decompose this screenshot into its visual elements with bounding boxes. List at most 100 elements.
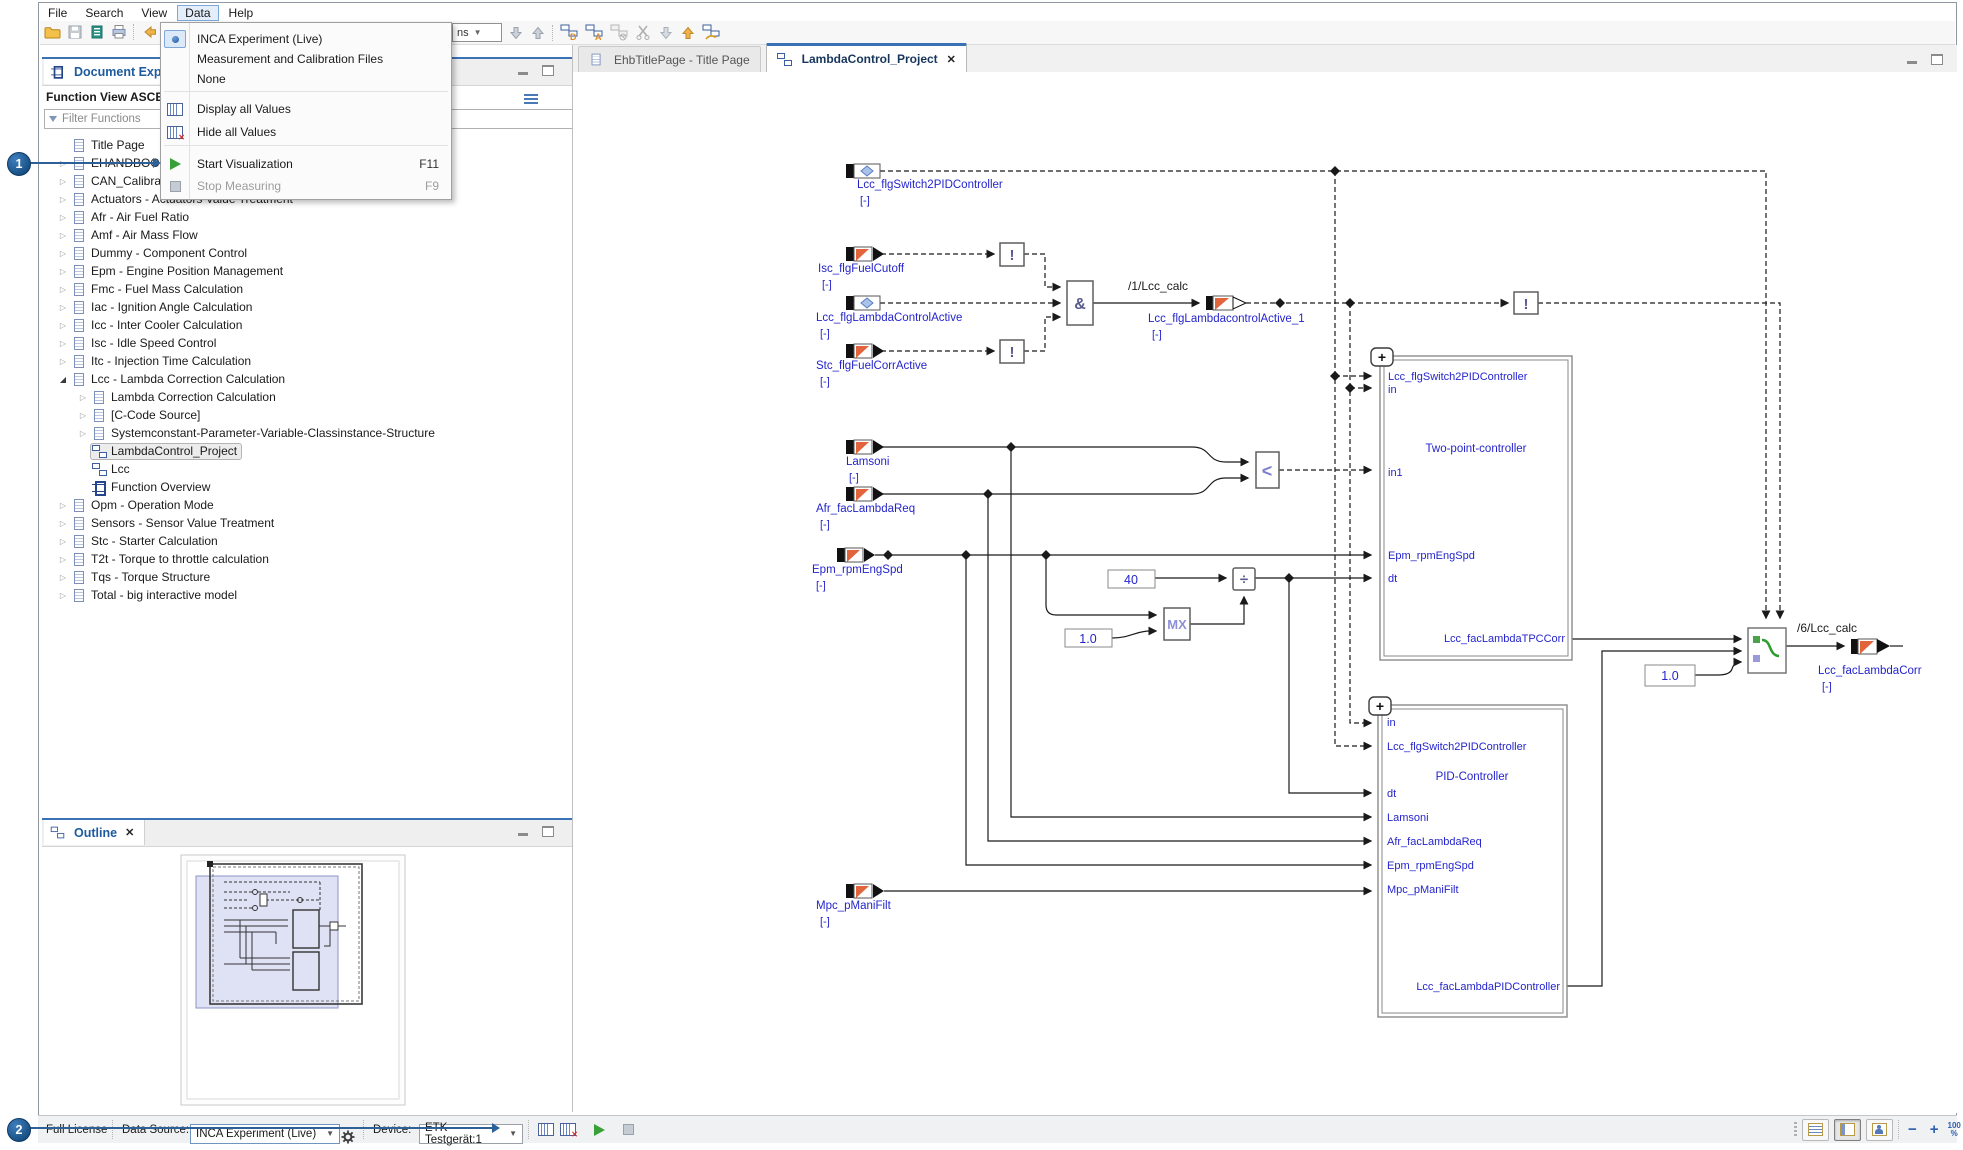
tree-item[interactable]: ▷ Epm - Engine Position Management bbox=[44, 262, 570, 280]
save-icon[interactable] bbox=[67, 24, 83, 40]
constant-1.0-a[interactable]: 1.0 bbox=[1064, 628, 1113, 648]
tree-item[interactable]: ▷ Stc - Starter Calculation bbox=[44, 532, 570, 550]
menu-view[interactable]: View bbox=[133, 5, 175, 21]
move-down-icon[interactable] bbox=[658, 25, 674, 41]
view-presentation-button[interactable] bbox=[1866, 1118, 1893, 1141]
menu-item-measurement-calibration-files[interactable]: Measurement and Calibration Files bbox=[161, 49, 451, 69]
tree-item[interactable]: ▷ Fmc - Fuel Mass Calculation bbox=[44, 280, 570, 298]
tree-item[interactable]: ▷ Tqs - Torque Structure bbox=[44, 568, 570, 586]
expand-block-icon[interactable]: + bbox=[1376, 698, 1384, 714]
tree-item[interactable]: ▷ Dummy - Component Control bbox=[44, 244, 570, 262]
switch-block[interactable] bbox=[1747, 627, 1787, 674]
open-folder-icon[interactable] bbox=[44, 24, 61, 40]
functions-combobox[interactable]: ns ▼ bbox=[452, 23, 502, 42]
stop-measuring-icon[interactable] bbox=[623, 1124, 634, 1135]
port-lcc-faclambdacorr[interactable]: /6/Lcc_calc Lcc_facLambdaCorr [-] bbox=[1797, 621, 1922, 693]
maximize-editor-icon[interactable] bbox=[1931, 54, 1943, 65]
maximize-panel-icon[interactable] bbox=[542, 65, 554, 76]
constant-1.0-b[interactable]: 1.0 bbox=[1644, 664, 1696, 687]
menu-item-hide-all-values[interactable]: Hide all Values bbox=[161, 122, 451, 142]
tree-item[interactable]: ▷ [C-Code Source] bbox=[44, 406, 570, 424]
tree-item[interactable]: ▷ Icc - Inter Cooler Calculation bbox=[44, 316, 570, 334]
tree-item[interactable]: ◢ Lcc - Lambda Correction Calculation bbox=[44, 370, 570, 388]
tree-item[interactable]: Function Overview bbox=[44, 478, 570, 496]
port-mpc-pmanifilt[interactable]: Mpc_pManiFilt [-] bbox=[816, 883, 892, 928]
outline-thumbnail[interactable] bbox=[180, 854, 408, 1108]
not-block-2[interactable]: ! bbox=[999, 339, 1025, 364]
not-block-3[interactable]: ! bbox=[1513, 291, 1539, 315]
tree-expander-collapsed-icon[interactable]: ▷ bbox=[56, 591, 70, 600]
port-stc-flgfuelcorractive[interactable]: Stc_flgFuelCorrActive [-] bbox=[816, 343, 927, 388]
tree-expander-collapsed-icon[interactable]: ▷ bbox=[56, 321, 70, 330]
tree-expander-collapsed-icon[interactable]: ▷ bbox=[56, 519, 70, 528]
zoom-level[interactable]: 100 % bbox=[1948, 1121, 1961, 1138]
tree-expander-collapsed-icon[interactable]: ▷ bbox=[56, 231, 70, 240]
tree-item[interactable]: ▷ Opm - Operation Mode bbox=[44, 496, 570, 514]
refresh-block-icon[interactable] bbox=[702, 24, 721, 41]
print-icon[interactable] bbox=[111, 24, 127, 40]
two-point-controller-block[interactable]: + Lcc_flgSwitch2PIDController in Two-poi… bbox=[1370, 347, 1573, 661]
tab-ehbtitlepage[interactable]: EhbTitlePage - Title Page bbox=[578, 46, 761, 72]
back-arrow-icon[interactable] bbox=[141, 24, 157, 40]
tree-expander-collapsed-icon[interactable]: ▷ bbox=[56, 339, 70, 348]
menu-item-start-visualization[interactable]: Start Visualization F11 bbox=[161, 154, 451, 174]
port-lamsoni[interactable]: Lamsoni [-] bbox=[846, 439, 889, 484]
expand-block-icon[interactable]: + bbox=[1378, 349, 1386, 365]
divide-block[interactable]: ÷ bbox=[1232, 567, 1256, 591]
tree-expander-collapsed-icon[interactable]: ▷ bbox=[76, 411, 90, 420]
tree-item[interactable]: ▷ Lambda Correction Calculation bbox=[44, 388, 570, 406]
block-diagram-canvas[interactable]: Lcc_flgSwitch2PIDController [-] Isc_flgF… bbox=[573, 72, 1957, 1113]
tree-item[interactable]: c Lcc bbox=[44, 460, 570, 478]
menu-data[interactable]: Data bbox=[177, 4, 219, 21]
outline-tab[interactable]: Outline ✕ bbox=[44, 820, 146, 845]
relayout-default-icon[interactable]: D bbox=[560, 24, 579, 41]
menu-help[interactable]: Help bbox=[221, 5, 262, 21]
tree-expander-collapsed-icon[interactable]: ▷ bbox=[56, 177, 70, 186]
less-than-block[interactable]: < bbox=[1255, 451, 1280, 489]
tree-item[interactable]: ▷ Amf - Air Mass Flow bbox=[44, 226, 570, 244]
tree-item[interactable]: ▷ Systemconstant-Parameter-Variable-Class… bbox=[44, 424, 570, 442]
view-document-button[interactable] bbox=[1802, 1118, 1829, 1141]
maximize-panel-icon[interactable] bbox=[542, 826, 554, 837]
tree-item[interactable]: ▷ Afr - Air Fuel Ratio bbox=[44, 208, 570, 226]
tree-item[interactable]: ▷ Itc - Injection Time Calculation bbox=[44, 352, 570, 370]
tree-expander-collapsed-icon[interactable]: ▷ bbox=[56, 195, 70, 204]
pid-controller-block[interactable]: + in Lcc_flgSwitch2PIDController PID-Con… bbox=[1368, 696, 1568, 1018]
tree-item[interactable]: ▷ Isc - Idle Speed Control bbox=[44, 334, 570, 352]
tree-item[interactable]: ▷ Sensors - Sensor Value Treatment bbox=[44, 514, 570, 532]
tree-item[interactable]: ▷ Iac - Ignition Angle Calculation bbox=[44, 298, 570, 316]
tree-expander-collapsed-icon[interactable]: ▷ bbox=[56, 267, 70, 276]
tree-expander-collapsed-icon[interactable]: ▷ bbox=[56, 573, 70, 582]
tree-item[interactable]: LambdaControl_Project bbox=[44, 442, 570, 460]
minimize-editor-icon[interactable] bbox=[1907, 61, 1917, 64]
menu-file[interactable]: File bbox=[40, 5, 75, 21]
minimize-panel-icon[interactable] bbox=[518, 72, 528, 75]
move-up-icon[interactable] bbox=[680, 25, 696, 41]
tree-expander-collapsed-icon[interactable]: ▷ bbox=[56, 303, 70, 312]
relayout-disabled-icon[interactable] bbox=[610, 24, 629, 41]
max-block[interactable]: MX bbox=[1163, 607, 1191, 641]
arrow-up-icon[interactable] bbox=[530, 25, 546, 41]
and-block[interactable]: & bbox=[1066, 280, 1094, 326]
hide-values-icon[interactable] bbox=[560, 1123, 578, 1139]
menu-item-none[interactable]: None bbox=[161, 69, 451, 89]
menu-item-stop-measuring[interactable]: Stop Measuring F9 bbox=[161, 176, 451, 196]
gear-icon[interactable] bbox=[341, 1130, 355, 1144]
tree-item[interactable]: ▷ T2t - Torque to throttle calculation bbox=[44, 550, 570, 568]
port-lcc-flglambdacontrolactive-1[interactable]: /1/Lcc_calc Lcc_flgLambdacontrolActive_1… bbox=[1128, 279, 1305, 341]
tree-expander-collapsed-icon[interactable]: ▷ bbox=[76, 393, 90, 402]
tab-lambdacontrol-project[interactable]: LambdaControl_Project ✕ bbox=[765, 43, 967, 72]
close-tab-icon[interactable]: ✕ bbox=[947, 53, 956, 66]
relayout-all-icon[interactable]: A bbox=[585, 24, 604, 41]
toolbar-grip[interactable] bbox=[1794, 1121, 1797, 1138]
arrow-down-icon[interactable] bbox=[508, 25, 524, 41]
menu-item-display-all-values[interactable]: Display all Values bbox=[161, 99, 451, 119]
zoom-in-button[interactable]: + bbox=[1926, 1121, 1943, 1138]
tree-expander-collapsed-icon[interactable]: ▷ bbox=[76, 429, 90, 438]
constant-40[interactable]: 40 bbox=[1107, 569, 1156, 589]
tree-expander-expanded-icon[interactable]: ◢ bbox=[56, 375, 70, 384]
view-split-button[interactable] bbox=[1834, 1118, 1861, 1141]
display-values-icon[interactable] bbox=[538, 1123, 554, 1136]
tree-item[interactable]: ▷ Total - big interactive model bbox=[44, 586, 570, 604]
minimize-panel-icon[interactable] bbox=[518, 833, 528, 836]
